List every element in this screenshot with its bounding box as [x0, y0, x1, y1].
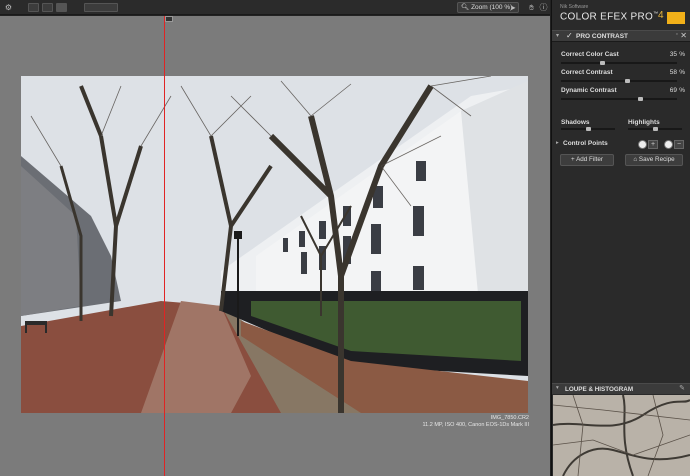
control-points-label: Control Points [563, 140, 608, 147]
slider-label: Correct Color Cast [561, 51, 619, 58]
slider-track[interactable] [561, 97, 677, 101]
slider-track[interactable] [561, 79, 677, 83]
product-version: 4 [658, 10, 664, 21]
slider-handle[interactable] [600, 61, 605, 65]
settings-icon[interactable]: ⚙ [3, 2, 14, 13]
highlights-label: Highlights [628, 119, 660, 126]
info-icon[interactable]: ⓘ [538, 2, 549, 13]
zoom-label: Zoom (100 %) [471, 4, 513, 11]
chevron-down-icon[interactable]: ▾ [556, 32, 559, 39]
slider-handle[interactable] [625, 79, 630, 83]
remove-point-icon[interactable] [664, 140, 673, 149]
slider-unit: % [679, 69, 685, 76]
slider-handle[interactable] [638, 97, 643, 101]
chevron-down-icon[interactable]: ▾ [556, 385, 559, 391]
top-toolbar: ⚙ 🔍︎ Zoom (100 %) ▸ ✋︎ ⓘ [0, 0, 550, 15]
split-view-button[interactable] [42, 3, 53, 12]
slider-highlights[interactable]: Highlights [628, 119, 684, 133]
slider-value: 35 [669, 51, 677, 58]
nik-logo-icon [667, 12, 685, 24]
preview-toggle-button[interactable] [84, 3, 118, 12]
add-point-plus-icon[interactable]: + [648, 140, 658, 149]
zoom-arrow-icon[interactable]: ▸ [508, 2, 519, 13]
slider-value: 58 [669, 69, 677, 76]
slider-value: 69 [669, 87, 677, 94]
slider-shadows[interactable]: Shadows [561, 119, 617, 133]
add-point-icon[interactable] [638, 140, 647, 149]
shadows-label: Shadows [561, 119, 590, 126]
loupe-histogram-header[interactable]: ▾ LOUPE & HISTOGRAM ✎ [552, 383, 690, 394]
side-by-side-button[interactable] [56, 3, 67, 12]
street-photo [21, 76, 528, 413]
product-name: COLOR EFEX PRO [560, 11, 654, 23]
remove-point-minus-icon[interactable]: − [674, 140, 684, 149]
save-recipe-label: Save Recipe [638, 156, 675, 163]
loupe-view[interactable] [553, 395, 690, 476]
split-divider-line[interactable] [164, 16, 165, 476]
preview-canvas: IMG_7850.CR2 11.2 MP, ISO 400, Canon EOS… [0, 16, 550, 476]
slider-handle[interactable] [586, 127, 591, 131]
recipe-icon: ⌂ [633, 156, 638, 163]
slider-track[interactable] [561, 61, 677, 65]
search-icon: 🔍︎ [461, 4, 470, 11]
loupe-image [553, 395, 690, 476]
preview-photo[interactable] [21, 76, 528, 413]
loupe-title: LOUPE & HISTOGRAM [565, 386, 634, 393]
hand-icon[interactable]: ✋︎ [526, 2, 537, 13]
slider-label: Correct Contrast [561, 69, 613, 76]
close-icon[interactable]: ✕ [680, 31, 687, 40]
split-divider-handle[interactable] [165, 16, 173, 22]
slider-correct-contrast[interactable]: Correct Contrast 58 % [561, 69, 685, 87]
filter-options-icon[interactable]: ▫ [676, 31, 678, 38]
chevron-right-icon[interactable]: ▸ [556, 140, 559, 146]
filter-header-pro-contrast[interactable]: ▾ ✓ PRO CONTRAST ▫ ✕ [552, 30, 690, 42]
image-info: IMG_7850.CR2 11.2 MP, ISO 400, Canon EOS… [423, 415, 529, 429]
single-view-button[interactable] [28, 3, 39, 12]
filter-panel: Nik Software COLOR EFEX PRO™ 4 ▾ ✓ PRO C… [551, 0, 690, 476]
filter-title: PRO CONTRAST [576, 33, 628, 40]
add-filter-button[interactable]: + Add Filter [560, 154, 614, 166]
check-icon[interactable]: ✓ [566, 31, 573, 40]
slider-handle[interactable] [653, 127, 658, 131]
product-title: COLOR EFEX PRO™ [560, 11, 658, 22]
image-details: 11.2 MP, ISO 400, Canon EOS-1Ds Mark III [422, 422, 529, 428]
pin-icon[interactable]: ✎ [679, 384, 685, 392]
slider-unit: % [679, 87, 685, 94]
save-recipe-button[interactable]: ⌂ Save Recipe [625, 154, 683, 166]
slider-dynamic-contrast[interactable]: Dynamic Contrast 69 % [561, 87, 685, 105]
vendor-label: Nik Software [560, 4, 589, 10]
slider-label: Dynamic Contrast [561, 87, 617, 94]
slider-track[interactable] [628, 127, 682, 131]
slider-track[interactable] [561, 127, 615, 131]
slider-unit: % [679, 51, 685, 58]
slider-correct-color-cast[interactable]: Correct Color Cast 35 % [561, 51, 685, 69]
control-points-row[interactable]: ▸ Control Points + − [552, 139, 690, 150]
image-filename: IMG_7850.CR2 [490, 415, 529, 421]
